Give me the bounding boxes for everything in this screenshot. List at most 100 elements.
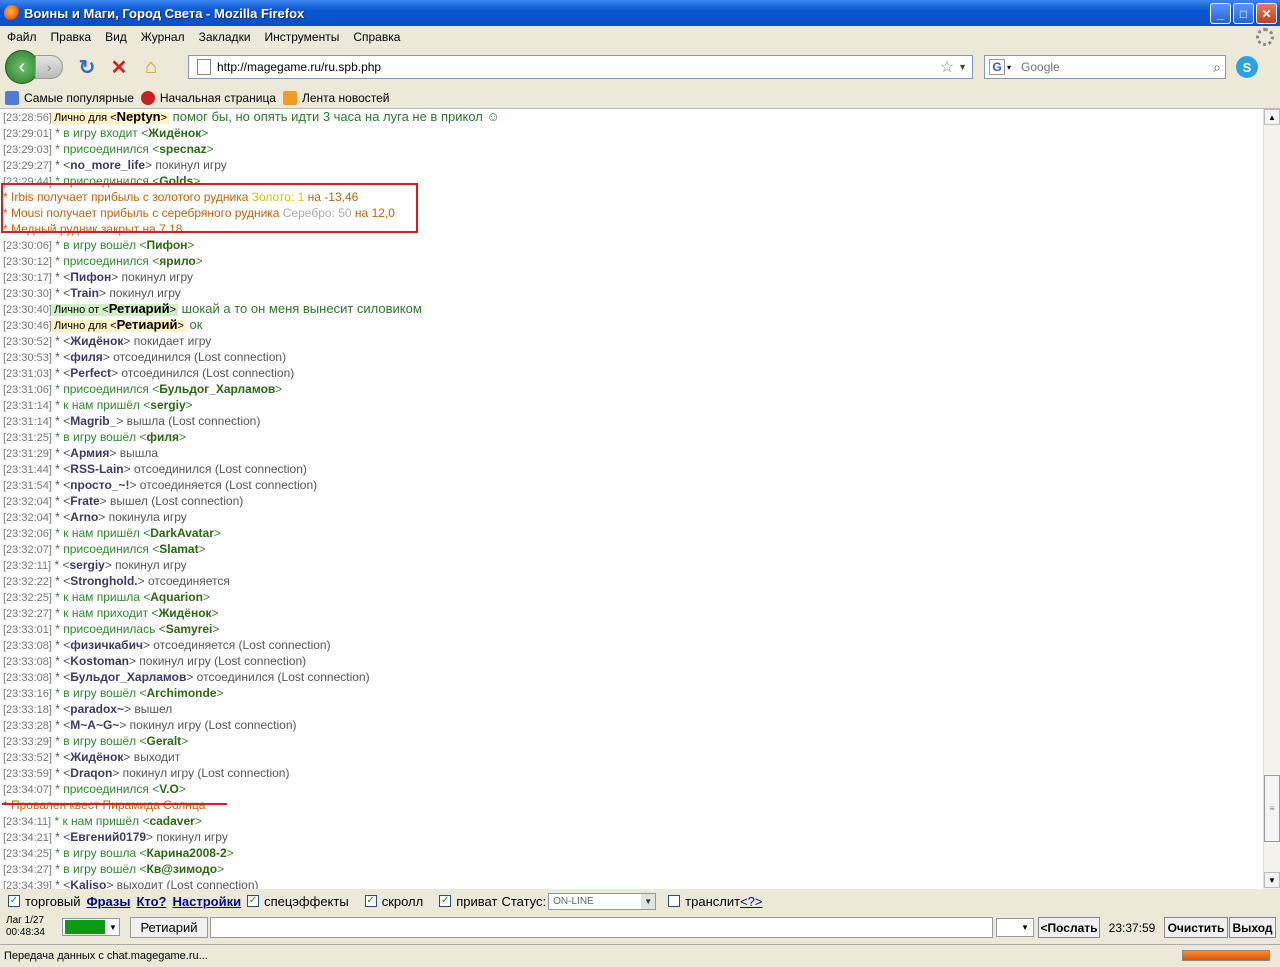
throbber-icon [1256,28,1274,46]
chat-nick[interactable]: Magrib_ [70,414,116,428]
url-bar[interactable]: ☆ ▼ [188,55,973,79]
status-select[interactable]: ON-LINE ▼ [548,892,657,910]
chat-nick[interactable]: Бульдог_Харламов [159,382,275,396]
chat-nick[interactable]: Perfect [70,366,111,380]
menu-bookmarks[interactable]: Закладки [192,30,258,44]
nick-button[interactable]: Ретиарий [130,917,208,938]
home-icon[interactable]: ⌂ [139,55,163,79]
chat-nick[interactable]: V.O [159,782,179,796]
chat-nick[interactable]: Армия [70,446,109,460]
scroll-down-button[interactable]: ▼ [1264,872,1280,888]
menu-file[interactable]: Файл [0,30,44,44]
chat-nick[interactable]: sergiy [69,558,104,572]
private-tag[interactable]: Лично для <Ретиарий> [51,317,186,332]
scroll-up-button[interactable]: ▲ [1264,109,1280,125]
chat-nick[interactable]: cadaver [149,814,194,828]
chat-nick[interactable]: no_more_life [70,158,145,172]
chat-nick[interactable]: филя [70,350,103,364]
chat-nick[interactable]: Кв@зимодо [147,862,218,876]
menu-view[interactable]: Вид [98,30,134,44]
chat-nick[interactable]: Geralt [147,734,182,748]
chat-nick[interactable]: Жидёнок [70,334,123,348]
color-select[interactable]: ▼ [62,918,120,936]
chat-line: [23:31:14] * к нам пришёл <sergiy> [0,397,1263,413]
chat-nick[interactable]: Kaliso [70,878,106,889]
menu-history[interactable]: Журнал [134,30,192,44]
trade-checkbox[interactable]: ✓ [8,895,20,907]
chat-nick[interactable]: Жидёнок [70,750,123,764]
chat-nick[interactable]: Frate [70,494,99,508]
minimize-button[interactable]: _ [1210,3,1231,24]
chat-nick[interactable]: Aquarion [150,590,203,604]
chat-nick[interactable]: Arno [70,510,98,524]
message-input[interactable] [210,917,993,938]
recipient-select[interactable]: ▼ [996,918,1034,937]
bookmark-news-feed[interactable]: Лента новостей [282,90,389,105]
back-button[interactable]: ‹ [5,50,39,84]
skype-icon[interactable]: S [1236,56,1258,78]
chat-nick[interactable]: paradox~ [70,702,124,716]
menu-edit[interactable]: Правка [44,30,99,44]
chat-nick[interactable]: Карина2008-2 [147,846,227,860]
chat-nick[interactable]: Archimonde [147,686,217,700]
google-icon[interactable]: G [989,59,1005,75]
chat-nick[interactable]: просто_~! [70,478,129,492]
chat-nick[interactable]: DarkAvatar [150,526,214,540]
event-text: > отсоединился (Lost connection) [102,350,287,364]
bookmark-most-visited[interactable]: Самые популярные [5,90,134,105]
chat-nick[interactable]: Slamat [159,542,198,556]
chat-nick[interactable]: M~A~G~ [70,718,119,732]
chat-nick[interactable]: Жидёнок [148,126,201,140]
chat-nick[interactable]: specnaz [159,142,206,156]
phrases-link[interactable]: Фразы [86,894,130,909]
chat-nick[interactable]: Пифон [147,238,188,252]
scroll-checkbox[interactable]: ✓ [364,895,377,907]
private-label: > [160,112,168,124]
clear-button[interactable]: Очистить [1164,917,1228,938]
chat-nick[interactable]: физичкабич [70,638,143,652]
chat-nick[interactable]: sergiy [150,398,185,412]
close-button[interactable]: ✕ [1256,3,1277,24]
exit-button[interactable]: Выход [1229,917,1276,938]
chat-nick[interactable]: Stronghold. [70,574,137,588]
url-dropdown-icon[interactable]: ▼ [958,62,967,72]
chat-nick[interactable]: филя [147,430,180,444]
chat-timestamp: [23:32:04] [3,512,52,524]
chat-nick[interactable]: Евгений0179 [70,830,146,844]
chat-nick[interactable]: ярило [159,254,196,268]
chat-nick[interactable]: Draqon [70,766,112,780]
menu-help[interactable]: Справка [346,30,407,44]
chat-nick[interactable]: Samyrei [166,622,213,636]
search-bar[interactable]: G ▾ ⌕ [984,55,1226,79]
chat-nick[interactable]: Бульдог_Харламов [70,670,186,684]
translit-checkbox[interactable] [668,895,681,907]
search-input[interactable] [1021,60,1214,74]
url-input[interactable] [217,60,940,74]
chat-nick[interactable]: Kostoman [70,654,129,668]
send-button[interactable]: <Послать [1038,917,1100,938]
search-engine-dropdown-icon[interactable]: ▾ [1007,63,1011,72]
private-tag[interactable]: Лично от <Ретиарий> [51,301,179,316]
private-tag[interactable]: Лично для <Neptyn> [51,109,170,124]
effects-checkbox[interactable]: ✓ [247,895,260,907]
maximize-button[interactable]: □ [1233,3,1254,24]
chat-timestamp: [23:30:30] [3,288,52,300]
chat-nick: Ретиарий [108,301,170,316]
chat-nick[interactable]: Жидёнок [158,606,211,620]
privat-checkbox[interactable]: ✓ [439,895,452,907]
scroll-thumb[interactable]: ≡ [1264,775,1280,842]
forward-button[interactable]: › [35,55,63,79]
settings-link[interactable]: Настройки [172,894,241,909]
chat-nick[interactable]: Train [70,286,99,300]
search-icon[interactable]: ⌕ [1213,59,1221,76]
translit-help-link[interactable]: <?> [740,894,762,909]
reload-icon[interactable]: ↻ [75,55,99,79]
chat-nick[interactable]: Пифон [70,270,111,284]
bookmark-start-page[interactable]: Начальная страница [140,90,276,105]
bookmark-star-icon[interactable]: ☆ [940,57,954,77]
stop-icon[interactable]: ✕ [107,55,131,79]
who-link[interactable]: Кто? [136,894,166,909]
chat-nick[interactable]: RSS-Lain [70,462,123,476]
chat-scrollbar[interactable]: ▲ ≡ ▼ [1263,109,1280,889]
menu-tools[interactable]: Инструменты [258,30,347,44]
